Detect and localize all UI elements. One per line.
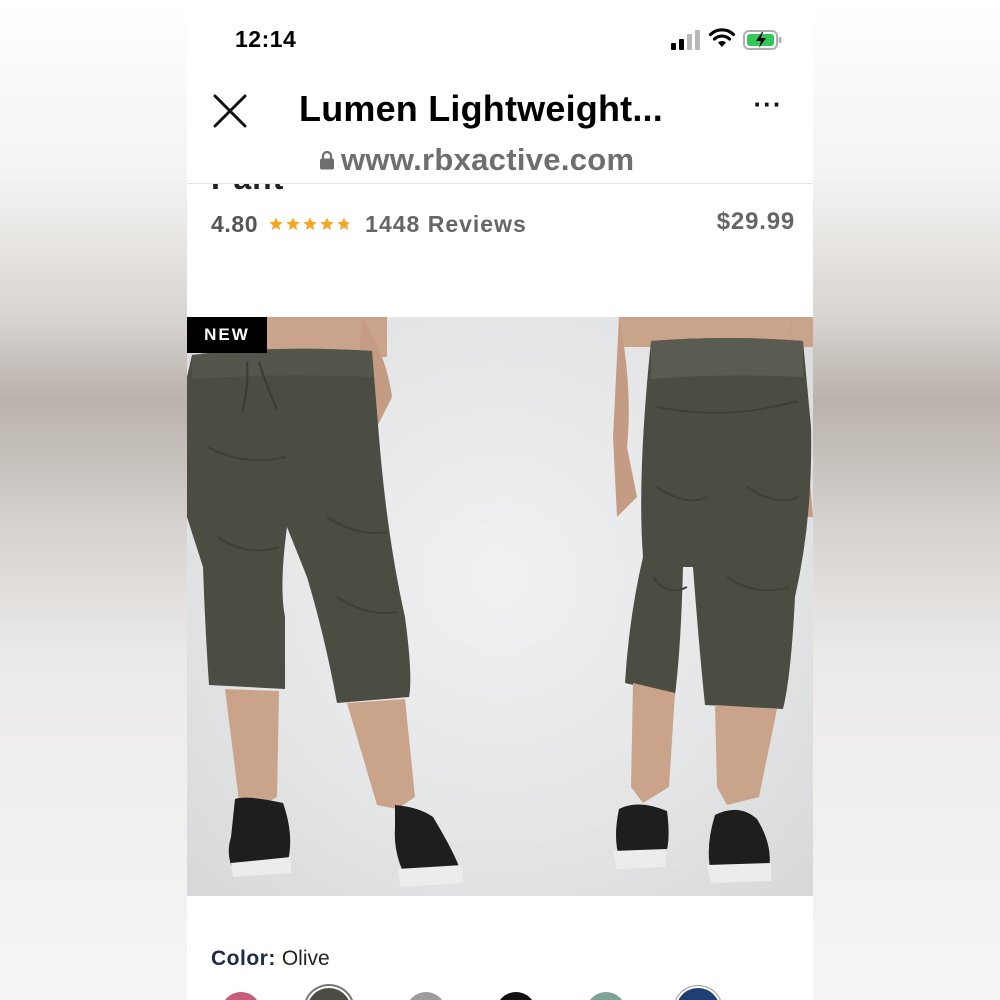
color-label: Color: <box>211 947 276 970</box>
phone-screen: 12:14 Lumen Lightweight... ··· www.rbxac… <box>187 0 813 1000</box>
status-time: 12:14 <box>235 26 297 52</box>
star-icon <box>320 217 334 230</box>
url-text: www.rbxactive.com <box>341 142 635 177</box>
color-selector-label: Color: Olive <box>211 947 330 971</box>
product-name-clip: Pant <box>211 184 411 200</box>
lock-icon <box>320 150 334 170</box>
swatch-olive-selected[interactable] <box>307 988 351 1000</box>
color-value: Olive <box>281 947 330 970</box>
color-swatches <box>187 988 813 1000</box>
swatch-pink[interactable] <box>221 992 261 1000</box>
swatch-navy[interactable] <box>676 988 720 1000</box>
swatch-grey[interactable] <box>406 992 446 1000</box>
rating-row: 4.80 1448 Reviews <box>211 207 527 241</box>
product-image[interactable]: NEW <box>187 317 813 896</box>
star-icon <box>286 217 300 230</box>
new-badge: NEW <box>187 317 267 353</box>
url-bar[interactable]: www.rbxactive.com <box>319 140 634 180</box>
battery-charging-icon <box>743 30 782 50</box>
wifi-icon <box>708 28 736 47</box>
product-price: $29.99 <box>716 208 795 235</box>
star-icon <box>303 217 317 230</box>
swatch-sage[interactable] <box>586 992 626 1000</box>
close-icon[interactable] <box>209 90 251 132</box>
star-rating <box>268 216 353 232</box>
cellular-signal-icon <box>671 30 700 50</box>
product-name-partial: Pant <box>211 184 284 197</box>
more-icon[interactable]: ··· <box>753 91 783 122</box>
rating-value: 4.80 <box>211 210 259 237</box>
star-half-icon <box>337 217 351 230</box>
reviews-link[interactable]: 1448 Reviews <box>365 211 527 238</box>
pants-illustration <box>187 317 813 887</box>
page-title: Lumen Lightweight... <box>299 88 663 129</box>
star-icon <box>269 217 283 230</box>
swatch-black[interactable] <box>496 992 536 1000</box>
